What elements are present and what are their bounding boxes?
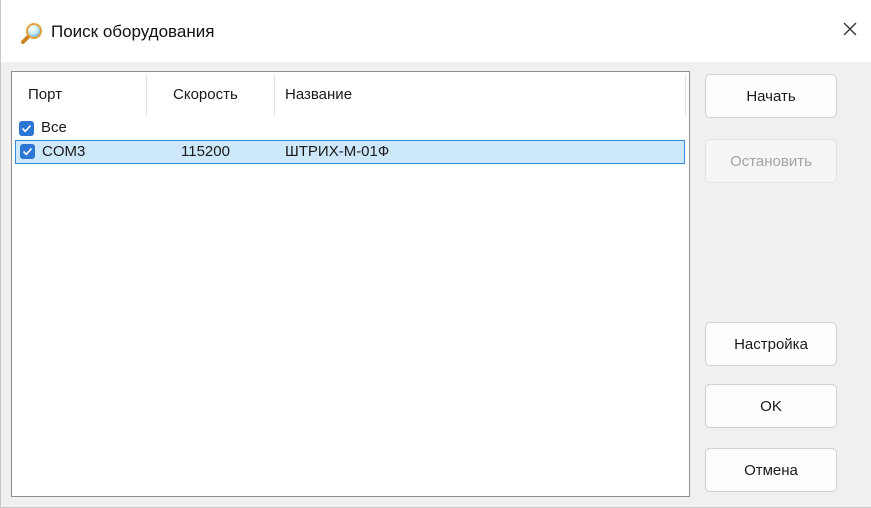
cancel-button[interactable]: Отмена bbox=[705, 448, 837, 492]
close-button[interactable] bbox=[833, 14, 867, 48]
column-header-name[interactable]: Название bbox=[285, 72, 352, 118]
window-title: Поиск оборудования bbox=[51, 22, 215, 41]
list-item-com3[interactable]: COM3 115200 ШТРИХ-М-01Ф bbox=[15, 140, 685, 164]
ok-button[interactable]: OK bbox=[705, 384, 837, 428]
settings-button[interactable]: Настройка bbox=[705, 322, 837, 366]
speed-cell: 115200 bbox=[181, 143, 230, 160]
port-cell: Все bbox=[41, 119, 67, 136]
stop-button[interactable]: Остановить bbox=[705, 139, 837, 183]
checkmark-icon bbox=[22, 148, 33, 156]
start-button[interactable]: Начать bbox=[705, 74, 837, 118]
checkmark-icon bbox=[21, 125, 32, 133]
title-bar: Поиск оборудования bbox=[1, 0, 871, 62]
column-divider bbox=[274, 74, 275, 116]
close-icon bbox=[842, 21, 858, 42]
checkbox-com3[interactable] bbox=[20, 144, 35, 159]
port-cell: COM3 bbox=[42, 143, 86, 160]
magnifier-icon bbox=[21, 22, 43, 44]
list-item-all[interactable]: Все bbox=[15, 118, 215, 138]
checkbox-all[interactable] bbox=[19, 121, 34, 136]
device-list[interactable]: Порт Скорость Название Все COM3 115200 Ш bbox=[11, 71, 690, 497]
column-header-speed[interactable]: Скорость bbox=[173, 72, 238, 118]
column-divider bbox=[685, 74, 686, 116]
column-header-port[interactable]: Порт bbox=[28, 72, 62, 118]
search-equipment-dialog: Поиск оборудования Порт Скорость Названи… bbox=[0, 0, 871, 508]
device-name-cell: ШТРИХ-М-01Ф bbox=[285, 143, 390, 160]
column-divider bbox=[146, 74, 147, 116]
